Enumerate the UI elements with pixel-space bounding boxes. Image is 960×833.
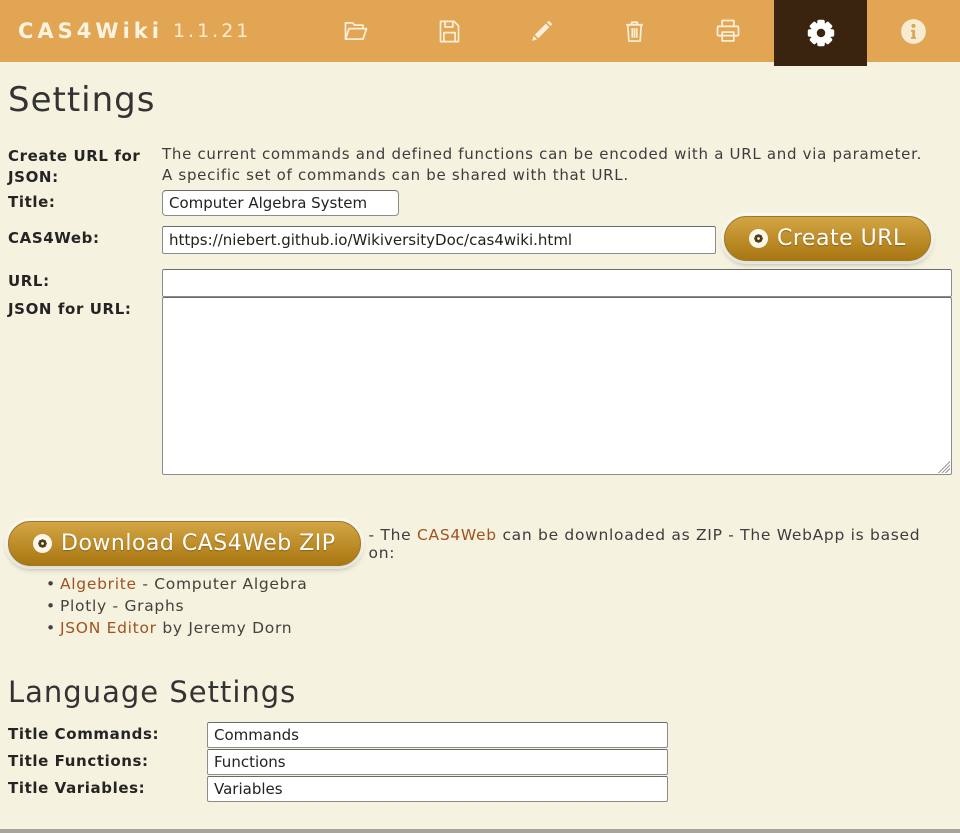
- trash-icon: [621, 18, 648, 45]
- download-zip-button[interactable]: Download CAS4Web ZIP: [8, 521, 361, 566]
- open-folder-button[interactable]: [310, 0, 403, 62]
- edit-button[interactable]: [496, 0, 589, 62]
- language-settings-title: Language Settings: [8, 675, 952, 709]
- download-section: Download CAS4Web ZIP - The CAS4Web can b…: [8, 521, 952, 566]
- json-editor-rest: by Jeremy Dorn: [157, 619, 293, 637]
- cas4web-url-input[interactable]: [162, 226, 716, 254]
- title-variables-label: Title Variables:: [8, 776, 207, 800]
- plotly-text: Plotly: [60, 597, 107, 615]
- list-item-algebrite: Algebrite - Computer Algebra: [46, 573, 952, 595]
- row-cas4web: CAS4Web: Create URL: [8, 226, 952, 261]
- app-title: CAS4Wiki: [18, 19, 163, 43]
- bottom-border-strip: [0, 829, 960, 833]
- row-title-commands: Title Commands:: [8, 722, 952, 748]
- row-json-for-url: JSON for URL:: [8, 297, 952, 475]
- save-icon: [436, 18, 463, 45]
- json-editor-link[interactable]: JSON Editor: [60, 619, 157, 637]
- app-brand: CAS4Wiki 1.1.21: [0, 0, 310, 62]
- save-button[interactable]: [403, 0, 496, 62]
- download-text-prefix: - The: [369, 526, 417, 544]
- json-for-url-textarea[interactable]: [162, 297, 952, 475]
- title-input[interactable]: [162, 190, 399, 216]
- open-folder-icon: [342, 17, 370, 45]
- create-url-for-json-label: Create URL for JSON:: [8, 144, 162, 188]
- title-variables-input[interactable]: [207, 776, 668, 802]
- title-label: Title:: [8, 190, 162, 213]
- printer-icon: [714, 17, 742, 45]
- create-url-description-line2: A specific set of commands can be shared…: [162, 165, 952, 186]
- create-url-description-line1: The current commands and defined functio…: [162, 144, 952, 165]
- title-functions-input[interactable]: [207, 749, 668, 775]
- app-version: 1.1.21: [173, 20, 251, 42]
- download-zip-button-label: Download CAS4Web ZIP: [61, 531, 336, 556]
- settings-button[interactable]: [774, 0, 867, 66]
- based-on-list: Algebrite - Computer Algebra Plotly - Gr…: [46, 573, 952, 639]
- download-button-gear-icon: [33, 534, 52, 553]
- list-item-plotly: Plotly - Graphs: [46, 595, 952, 617]
- download-description: - The CAS4Web can be downloaded as ZIP -…: [369, 526, 952, 562]
- list-item-json-editor: JSON Editor by Jeremy Dorn: [46, 617, 952, 639]
- plotly-rest: - Graphs: [107, 597, 184, 615]
- algebrite-link[interactable]: Algebrite: [60, 575, 137, 593]
- title-commands-input[interactable]: [207, 722, 668, 748]
- title-commands-label: Title Commands:: [8, 722, 207, 746]
- row-title-variables: Title Variables:: [8, 776, 952, 802]
- url-input[interactable]: [162, 269, 952, 297]
- create-url-button-label: Create URL: [777, 226, 906, 251]
- page-title: Settings: [8, 82, 952, 118]
- settings-gear-icon: [804, 16, 838, 50]
- create-url-button[interactable]: Create URL: [724, 216, 931, 261]
- cas4web-link[interactable]: CAS4Web: [417, 526, 497, 544]
- row-create-url-for-json: Create URL for JSON: The current command…: [8, 144, 952, 188]
- row-title-functions: Title Functions:: [8, 749, 952, 775]
- row-title: Title:: [8, 190, 952, 216]
- info-icon: [900, 18, 927, 45]
- edit-pencil-icon: [528, 17, 556, 45]
- title-functions-label: Title Functions:: [8, 749, 207, 773]
- json-for-url-label: JSON for URL:: [8, 297, 162, 320]
- url-label: URL:: [8, 269, 162, 292]
- info-button[interactable]: [867, 0, 960, 62]
- print-button[interactable]: [681, 0, 774, 62]
- delete-button[interactable]: [588, 0, 681, 62]
- top-toolbar: CAS4Wiki 1.1.21: [0, 0, 960, 62]
- cas4web-label: CAS4Web:: [8, 226, 162, 249]
- create-url-button-gear-icon: [749, 229, 768, 248]
- row-url: URL:: [8, 269, 952, 297]
- algebrite-rest: - Computer Algebra: [137, 575, 308, 593]
